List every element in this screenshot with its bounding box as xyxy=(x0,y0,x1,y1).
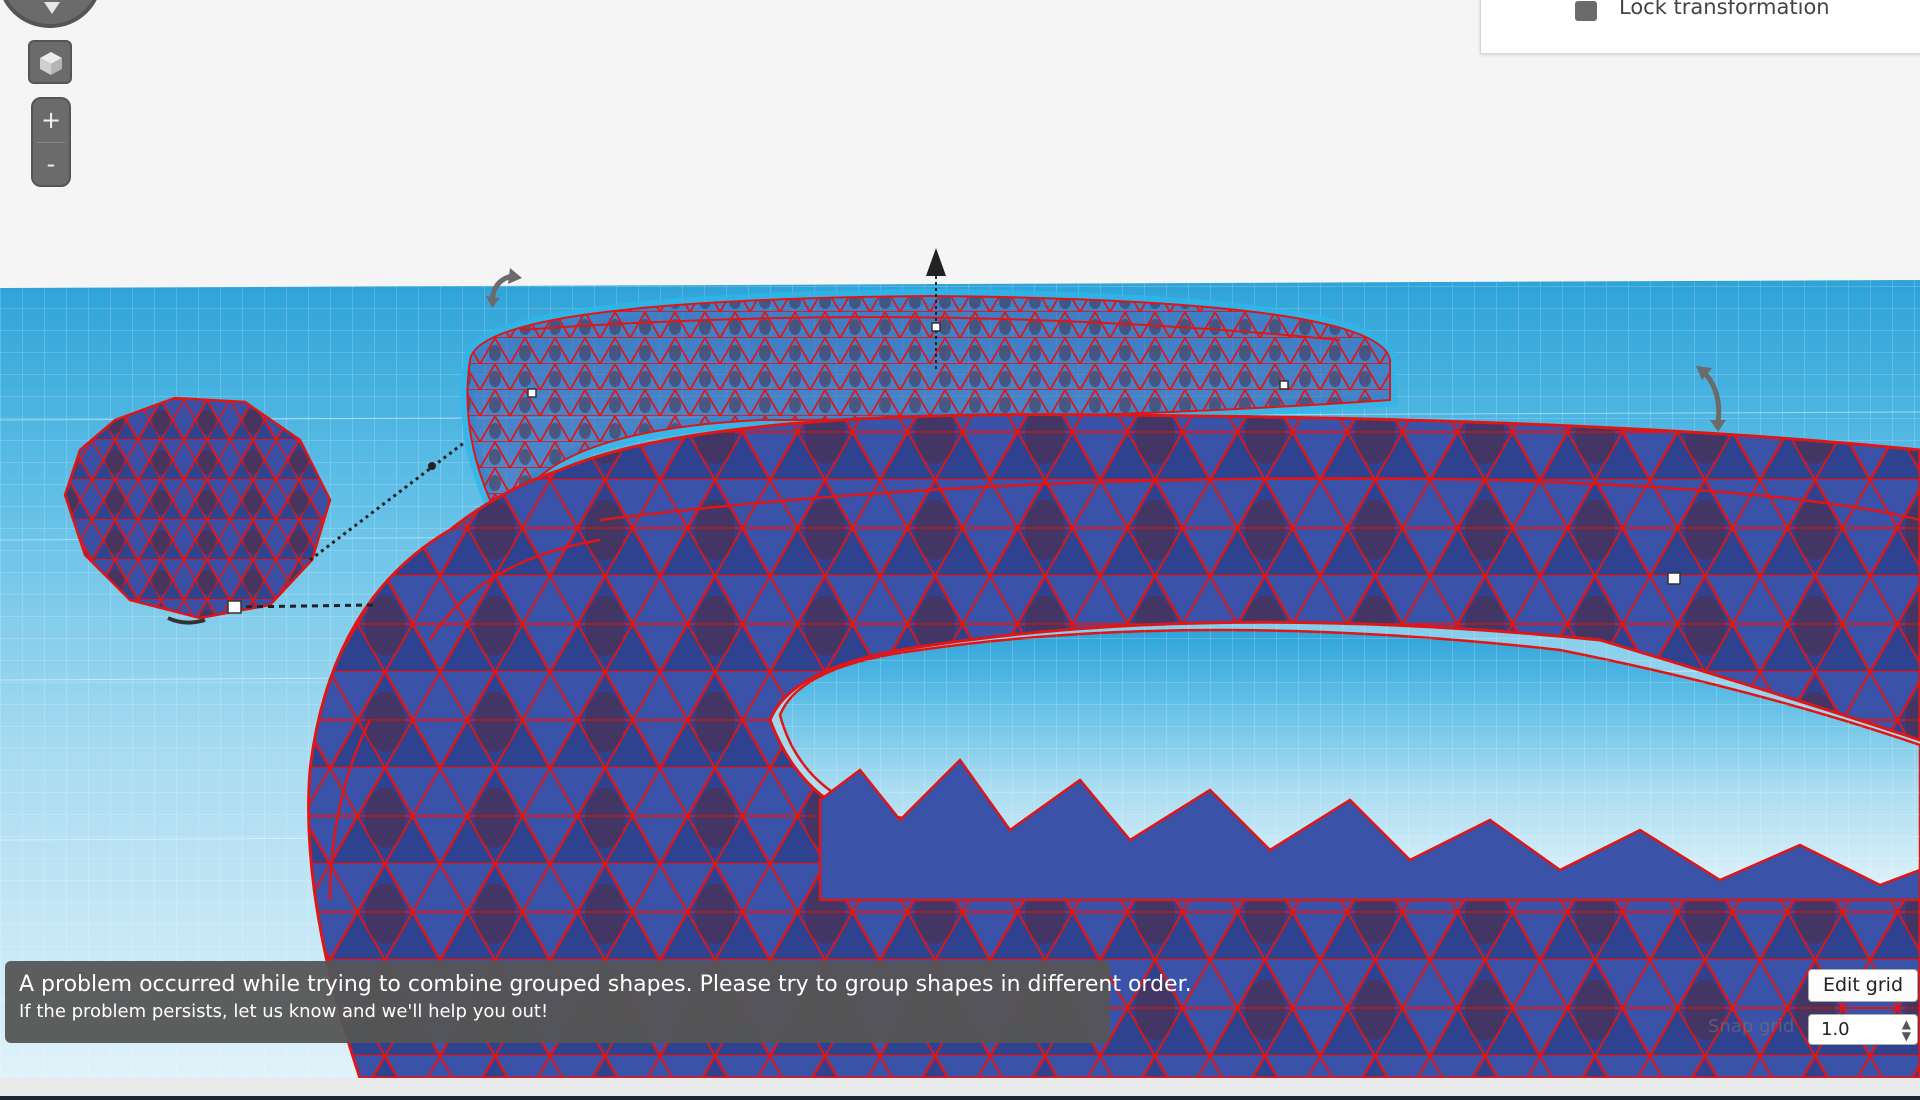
snap-grid-value: 1.0 xyxy=(1821,1019,1850,1040)
workplane-viewport[interactable] xyxy=(0,0,1920,1100)
bottom-bar xyxy=(0,1078,1920,1100)
snap-grid-label: Snap grid xyxy=(1708,1016,1795,1037)
bottom-edge xyxy=(0,1096,1920,1100)
snap-grid-select[interactable]: 1.0 ▲ ▼ xyxy=(1808,1014,1918,1045)
home-view-button[interactable] xyxy=(28,40,72,84)
error-toast: A problem occurred while trying to combi… xyxy=(5,961,1192,1043)
orbit-down-arrow-icon[interactable] xyxy=(44,2,60,14)
zoom-controls: + - xyxy=(31,97,71,187)
shape-properties-panel: Lock transformation xyxy=(1480,0,1920,54)
cube-icon xyxy=(40,52,62,75)
zoom-out-button[interactable]: - xyxy=(33,143,69,185)
zoom-in-button[interactable]: + xyxy=(33,99,69,141)
error-detail: If the problem persists, let us know and… xyxy=(19,1001,549,1022)
lock-transformation-label: Lock transformation xyxy=(1619,0,1830,19)
edit-grid-button[interactable]: Edit grid xyxy=(1808,969,1918,1002)
lock-transformation-checkbox[interactable] xyxy=(1575,1,1597,21)
error-message: A problem occurred while trying to combi… xyxy=(19,972,1192,997)
spinner-arrows-icon: ▲ ▼ xyxy=(1901,1017,1911,1043)
